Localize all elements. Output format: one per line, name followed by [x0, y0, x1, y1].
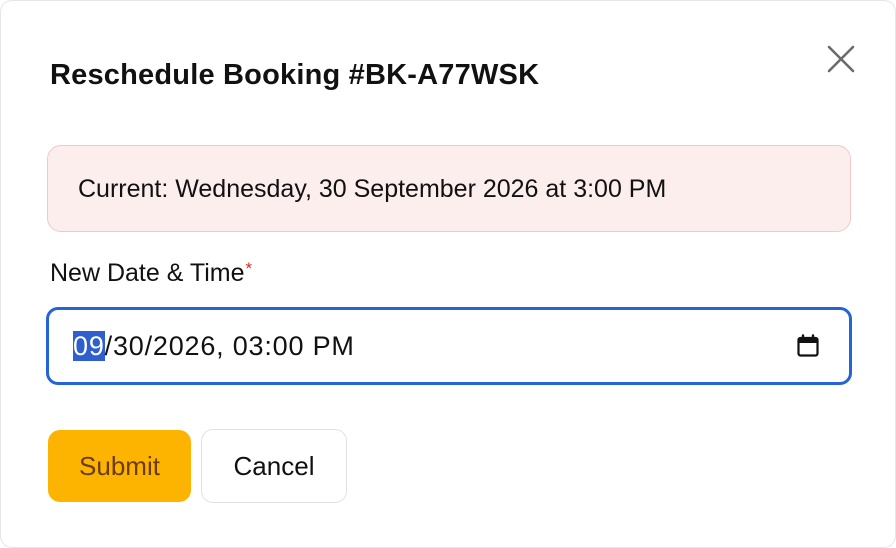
- datetime-month-segment[interactable]: 09: [73, 330, 105, 361]
- dialog-title: Reschedule Booking #BK-A77WSK: [50, 59, 540, 91]
- calendar-icon: [797, 334, 819, 357]
- new-datetime-label-text: New Date & Time: [50, 259, 245, 287]
- submit-button[interactable]: Submit: [48, 430, 191, 502]
- current-booking-notice: Current: Wednesday, 30 September 2026 at…: [47, 145, 851, 232]
- calendar-picker-button[interactable]: [795, 333, 821, 359]
- current-booking-text: Current: Wednesday, 30 September 2026 at…: [78, 174, 667, 203]
- reschedule-dialog: Reschedule Booking #BK-A77WSK Current: W…: [0, 0, 896, 548]
- close-icon: [827, 45, 855, 73]
- new-datetime-input[interactable]: 09/30/2026, 03:00 PM: [46, 307, 852, 385]
- datetime-rest-segments[interactable]: /30/2026, 03:00 PM: [105, 331, 355, 361]
- required-asterisk: *: [245, 259, 253, 278]
- datetime-value: 09/30/2026, 03:00 PM: [73, 330, 795, 362]
- close-button[interactable]: [821, 39, 861, 79]
- new-datetime-label: New Date & Time*: [50, 257, 252, 289]
- cancel-button[interactable]: Cancel: [201, 429, 347, 503]
